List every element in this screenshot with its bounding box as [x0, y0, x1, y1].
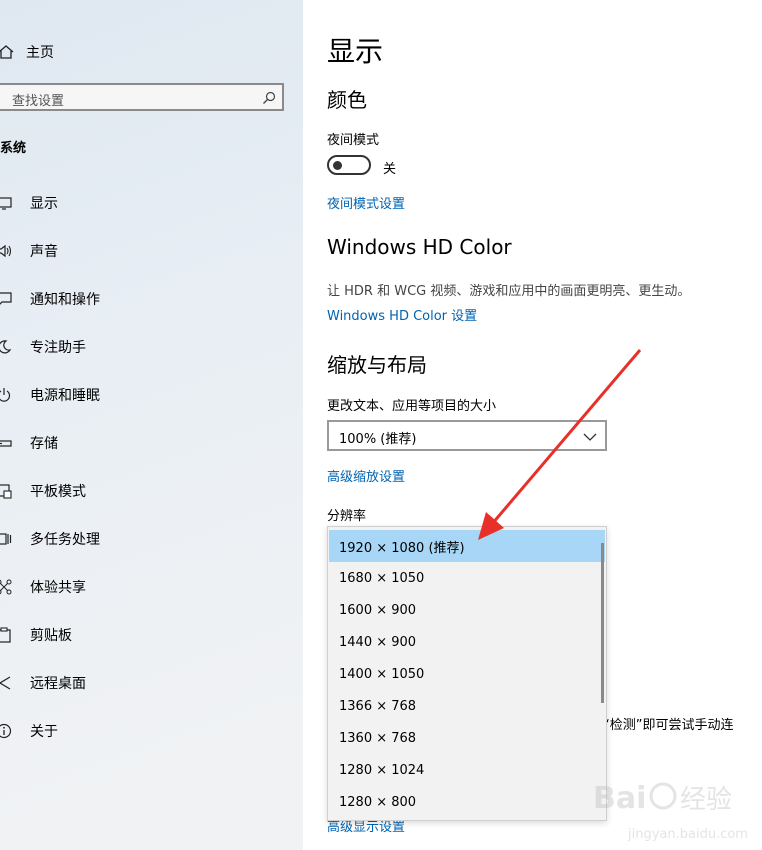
scale-label: 更改文本、应用等项目的大小	[327, 399, 497, 414]
chevron-down-icon	[583, 429, 597, 448]
sidebar-item-focus-assist[interactable]: 专注助手	[0, 335, 300, 359]
monitor-icon	[0, 195, 14, 211]
sidebar-item-label: 通知和操作	[30, 292, 100, 308]
hdr-description: 让 HDR 和 WCG 视频、游戏和应用中的画面更明亮、更生动。	[327, 284, 691, 299]
sidebar-item-notifications[interactable]: 通知和操作	[0, 287, 300, 311]
section-title-system: 系统	[0, 141, 27, 156]
scale-value: 100% (推荐)	[339, 432, 417, 447]
resolution-option[interactable]: 1280 × 800	[329, 786, 605, 818]
sidebar-item-power[interactable]: 电源和睡眠	[0, 383, 300, 407]
resolution-dropdown[interactable]: 1920 × 1080 (推荐) 1680 × 1050 1600 × 900 …	[327, 526, 607, 821]
advanced-scaling-link[interactable]: 高级缩放设置	[327, 466, 405, 485]
sidebar-item-label: 专注助手	[30, 340, 86, 356]
info-icon	[0, 723, 14, 739]
color-heading: 颜色	[327, 88, 367, 112]
sidebar-item-label: 平板模式	[30, 484, 86, 500]
home-label: 主页	[26, 45, 54, 61]
sidebar-item-label: 电源和睡眠	[30, 388, 100, 404]
moon-icon	[0, 339, 14, 355]
hdr-heading: Windows HD Color	[327, 235, 512, 259]
resolution-option[interactable]: 1600 × 900	[329, 594, 605, 626]
home-icon	[0, 44, 18, 60]
sidebar-item-label: 多任务处理	[30, 532, 100, 548]
sidebar-item-storage[interactable]: 存储	[0, 431, 300, 455]
night-mode-label: 夜间模式	[327, 133, 380, 148]
sidebar-item-shared-experiences[interactable]: 体验共享	[0, 575, 300, 599]
resolution-option[interactable]: 1400 × 1050	[329, 658, 605, 690]
night-mode-state: 关	[383, 162, 397, 177]
search-input[interactable]: 查找设置	[0, 83, 284, 111]
main-content: 显示 颜色 夜间模式 关 夜间模式设置 Windows HD Color 让 H…	[303, 0, 762, 850]
svg-text:Bai: Bai	[593, 781, 646, 816]
baidu-watermark-logo: Bai 经验 jingyan.baidu.com	[593, 781, 748, 842]
sidebar-item-display[interactable]: 显示	[0, 191, 300, 215]
sidebar-item-label: 声音	[30, 244, 58, 260]
sidebar: 主页 查找设置 系统 显示 声音 通知和操作 专注助手 电源和睡眠 存储 平板模…	[0, 0, 303, 850]
sidebar-item-tablet-mode[interactable]: 平板模式	[0, 479, 300, 503]
sidebar-item-label: 关于	[30, 724, 58, 740]
night-mode-settings-link[interactable]: 夜间模式设置	[327, 193, 405, 212]
resolution-option[interactable]: 1360 × 768	[329, 722, 605, 754]
svg-text:经验: 经验	[680, 785, 732, 815]
hdr-settings-link[interactable]: Windows HD Color 设置	[327, 305, 477, 324]
speaker-icon	[0, 243, 14, 259]
svg-text:jingyan.baidu.com: jingyan.baidu.com	[627, 827, 748, 842]
sidebar-item-remote-desktop[interactable]: 远程桌面	[0, 671, 300, 695]
toggle-knob	[333, 161, 342, 170]
night-mode-toggle[interactable]	[327, 155, 371, 175]
detect-hint-text: “检测”即可尝试手动连	[603, 718, 734, 733]
tablet-icon	[0, 483, 14, 499]
home-nav-item[interactable]: 主页	[0, 40, 54, 64]
notification-icon	[0, 291, 14, 307]
sidebar-item-about[interactable]: 关于	[0, 719, 300, 743]
resolution-option[interactable]: 1366 × 768	[329, 690, 605, 722]
page-title: 显示	[327, 35, 384, 68]
search-icon[interactable]	[262, 90, 276, 109]
search-placeholder: 查找设置	[12, 94, 65, 109]
multitask-icon	[0, 531, 14, 547]
resolution-option[interactable]: 1280 × 1024	[329, 754, 605, 786]
power-icon	[0, 387, 14, 403]
scale-select[interactable]: 100% (推荐)	[327, 420, 607, 451]
sidebar-item-multitasking[interactable]: 多任务处理	[0, 527, 300, 551]
sidebar-item-label: 剪贴板	[30, 628, 72, 644]
share-icon	[0, 579, 14, 595]
resolution-option[interactable]: 1920 × 1080 (推荐)	[329, 530, 605, 562]
sidebar-item-sound[interactable]: 声音	[0, 239, 300, 263]
sidebar-item-clipboard[interactable]: 剪贴板	[0, 623, 300, 647]
sidebar-item-label: 显示	[30, 196, 58, 212]
remote-icon	[0, 675, 14, 691]
dropdown-scrollbar[interactable]	[601, 543, 604, 703]
clipboard-icon	[0, 627, 14, 643]
storage-icon	[0, 435, 14, 451]
resolution-option[interactable]: 1680 × 1050	[329, 562, 605, 594]
scale-layout-heading: 缩放与布局	[327, 353, 427, 377]
sidebar-item-label: 远程桌面	[30, 676, 86, 692]
sidebar-item-label: 体验共享	[30, 580, 86, 596]
resolution-label: 分辨率	[327, 509, 367, 524]
resolution-option[interactable]: 1440 × 900	[329, 626, 605, 658]
sidebar-item-label: 存储	[30, 436, 58, 452]
